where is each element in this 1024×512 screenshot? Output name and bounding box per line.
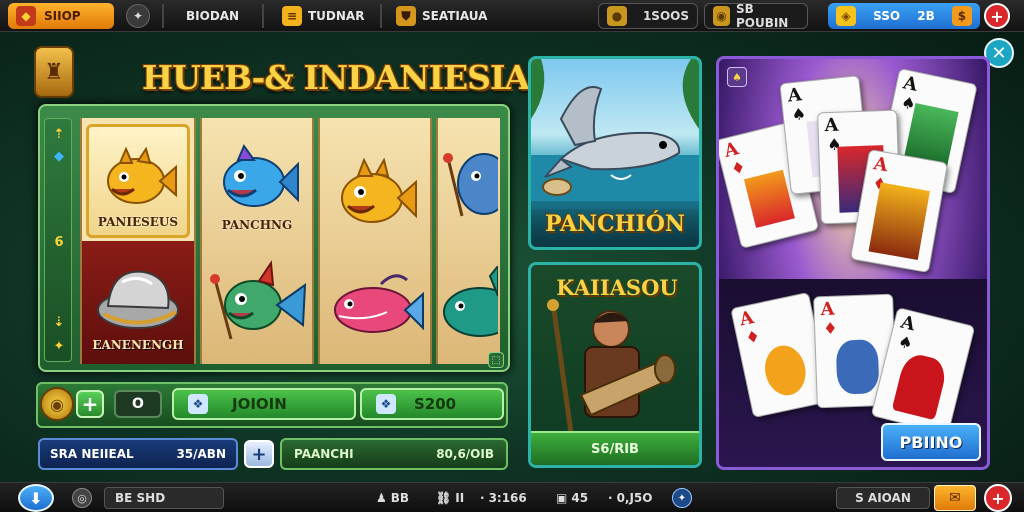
arrow-up-icon: ⇡: [53, 127, 65, 142]
pink-fish-icon: [334, 274, 424, 333]
reel-symbol: EANENENGH: [86, 248, 190, 356]
tudnar-icon: ≡: [282, 6, 302, 26]
card-stat: ▣ 45: [556, 491, 589, 505]
game-card-kaiiasou[interactable]: KAIIASOU S6/RIB: [528, 262, 702, 468]
win-display: ❖ JOIOIN: [172, 388, 356, 420]
shield-icon: ⛊: [396, 6, 416, 26]
sawfish-illustration: [531, 59, 699, 209]
game-card-title: KAIIASOU: [556, 275, 678, 300]
increase-bet-button[interactable]: +: [76, 390, 104, 418]
tab-biodan[interactable]: BIODAN: [186, 3, 239, 29]
top-bar: ◆ SIIOP ✦ BIODAN ≡ TUDNAR ⛊ SEATIAUA ● 1…: [0, 0, 1024, 32]
time-display: · 3:166: [480, 491, 527, 505]
poker-game-panel[interactable]: ♠ A♦ A♠ A♠ A♠ A♦ A♦ A♦ A♠ PBIINO: [716, 56, 990, 470]
search-field[interactable]: BE SHD: [104, 487, 224, 509]
add-funds-button[interactable]: +: [984, 3, 1010, 29]
account-label[interactable]: S AIOAN: [836, 487, 930, 509]
reel-symbol: [322, 126, 428, 238]
link-icon: ⛓: [436, 491, 452, 505]
add-button[interactable]: +: [984, 484, 1012, 512]
add-bonus-button[interactable]: +: [244, 440, 274, 468]
shop-icon: ◆: [16, 6, 36, 26]
golden-fish-icon: [341, 158, 417, 223]
reel-symbol: [440, 128, 498, 238]
trophy-icon: ♜: [34, 46, 74, 98]
adventurer-illustration: [547, 299, 676, 433]
globe-icon[interactable]: ◎: [72, 488, 92, 508]
gift-icon[interactable]: ✉: [934, 485, 976, 511]
blue-fish-icon: [223, 143, 299, 207]
balance-display: ◈ SSO 2B $: [828, 3, 980, 29]
silver-hat-icon: [97, 270, 179, 329]
reel-symbol: PANCHNG: [204, 126, 310, 238]
green-fish-icon: [210, 260, 307, 340]
reel-symbol: PANIESEUS: [86, 124, 190, 238]
game-card-panchion[interactable]: PANCHIÓN: [528, 56, 702, 250]
golden-fish-icon: [107, 146, 177, 204]
coin-icon[interactable]: ◉: [40, 387, 74, 421]
arrow-down-icon: ⇣: [53, 315, 65, 330]
payline-indicator: ⇡ ◆ 6 ⇣ ✦: [44, 118, 72, 362]
reel-symbol: [204, 252, 310, 356]
fish-icon: ❖: [376, 394, 396, 414]
currency-display: ◉ SB POUBIN: [704, 2, 808, 30]
reel-symbol: [440, 258, 498, 354]
coin-stack-icon: $: [951, 6, 972, 26]
dot-separator: ·: [480, 491, 485, 505]
bottom-bar: ⬇ ◎ BE SHD ♟ BB ⛓ II · 3:166 ▣ 45 · 0,J5O ✦ S…: [0, 482, 1024, 512]
diamond-icon: ◆: [54, 149, 64, 164]
play-poker-button[interactable]: PBIINO: [881, 423, 981, 461]
credit-display: ❖ S200: [360, 388, 504, 420]
settings-icon[interactable]: ✦: [126, 4, 150, 28]
compass-icon[interactable]: ✦: [672, 488, 692, 508]
shop-button[interactable]: ◆ SIIOP: [8, 3, 114, 29]
link-stat: ⛓ II: [436, 491, 465, 505]
payout-info-bar: PAANCHI 80,6/OIB: [280, 438, 508, 470]
pouch-icon: ◉: [713, 6, 730, 26]
coins-display: ● 1SOOS: [598, 3, 698, 29]
dot-separator: ·: [608, 491, 613, 505]
value-stat: · 0,J5O: [608, 491, 653, 505]
game-card-price: S6/RIB: [531, 431, 699, 465]
blue-fish-icon: [443, 153, 498, 217]
card-icon: ▣: [556, 491, 568, 505]
fish-icon: ❖: [188, 394, 208, 414]
coin-icon: ●: [607, 6, 627, 26]
tab-seatiaua[interactable]: ⛊ SEATIAUA: [396, 3, 487, 29]
reel-symbol: [322, 256, 428, 356]
gem-icon: ◈: [836, 6, 856, 26]
players-icon: ♟: [376, 491, 387, 505]
players-stat: ♟ BB: [376, 491, 410, 505]
game-title: HUEB-& INDANIESIA: [142, 58, 530, 97]
bonus-info-bar: SRA NEIIEAL 35/ABN: [38, 438, 238, 470]
card-icon: ♠: [727, 67, 747, 87]
bet-display: O: [114, 390, 162, 418]
tab-tudnar[interactable]: ≡ TUDNAR: [282, 3, 364, 29]
teal-fish-icon: [443, 266, 498, 337]
download-icon[interactable]: ⬇: [18, 484, 54, 512]
info-icon[interactable]: ⬚: [488, 352, 504, 368]
star-icon: ✦: [53, 339, 65, 354]
game-card-title: PANCHIÓN: [531, 201, 699, 247]
